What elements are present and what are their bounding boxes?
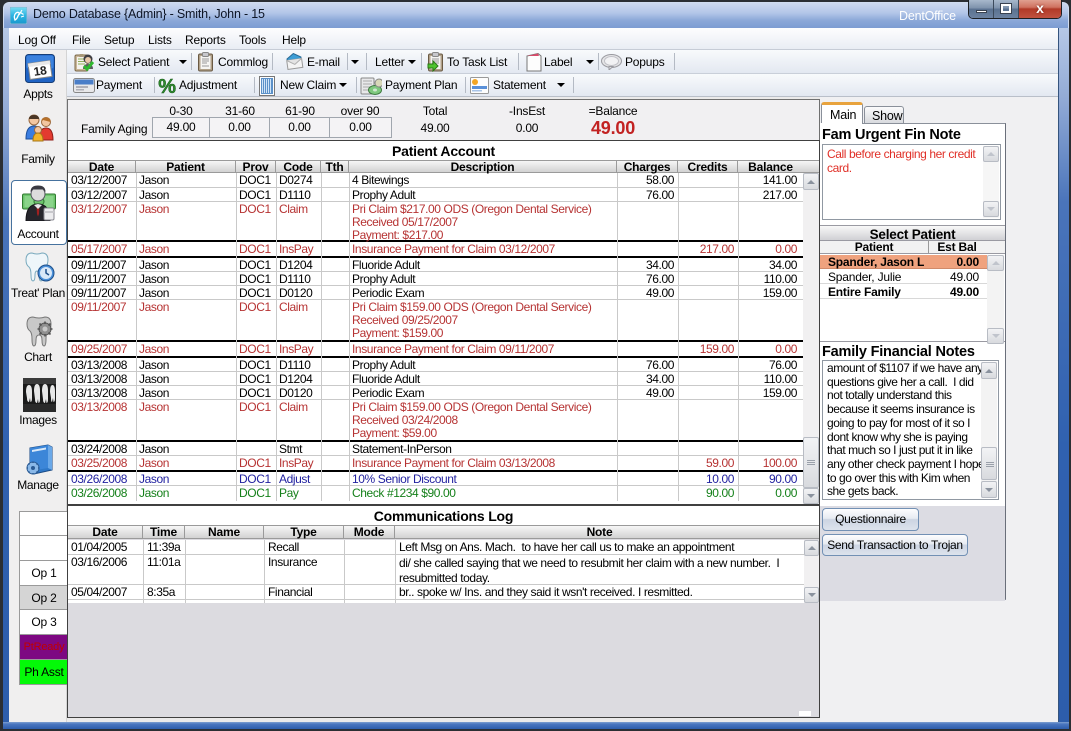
svg-text:18: 18 xyxy=(33,63,48,79)
svg-text:%: % xyxy=(158,76,176,96)
